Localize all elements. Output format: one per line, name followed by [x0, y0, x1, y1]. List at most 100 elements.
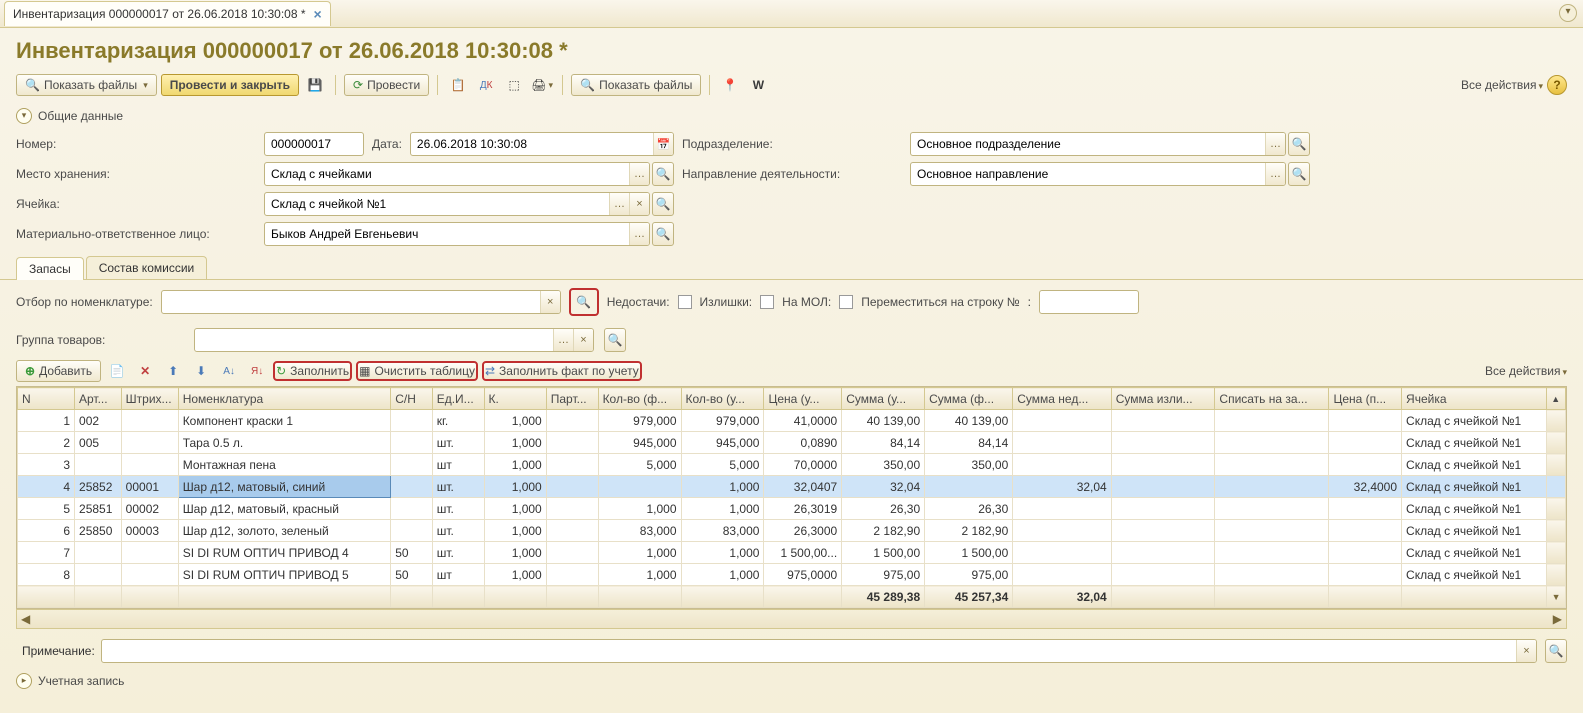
cell-unit[interactable]: шт	[432, 564, 484, 586]
group-input[interactable]	[195, 329, 553, 351]
cell-unit[interactable]: шт.	[432, 498, 484, 520]
cell-su[interactable]: 84,14	[842, 432, 925, 454]
cell-par[interactable]	[546, 498, 598, 520]
clear-table-button[interactable]: ▦Очистить таблицу	[356, 361, 478, 381]
cell-nom[interactable]: Компонент краски 1	[178, 410, 391, 432]
account-section-header[interactable]: ▸ Учетная запись	[0, 669, 1583, 693]
cell-k[interactable]: 1,000	[484, 454, 546, 476]
post-and-close-button[interactable]: Провести и закрыть	[161, 74, 299, 96]
cell-qf[interactable]: 979,000	[598, 410, 681, 432]
table-row[interactable]: 2005Тара 0.5 л.шт.1,000945,000945,0000,0…	[18, 432, 1566, 454]
save-icon[interactable]: 💾	[303, 74, 327, 96]
date-input[interactable]	[411, 133, 653, 155]
horizontal-scrollbar[interactable]: ◀▶	[16, 609, 1567, 629]
help-icon[interactable]: ?	[1547, 75, 1567, 95]
cell-art[interactable]	[75, 564, 122, 586]
cell-sn[interactable]	[391, 520, 432, 542]
cell-unit[interactable]: шт	[432, 454, 484, 476]
cell-par[interactable]	[546, 542, 598, 564]
cell-n[interactable]: 8	[18, 564, 75, 586]
cell-pu[interactable]: 975,0000	[764, 564, 842, 586]
cell-sn[interactable]	[391, 432, 432, 454]
show-files-button-2[interactable]: 🔍Показать файлы	[571, 74, 701, 96]
cell-ssur[interactable]	[1111, 476, 1215, 498]
cell-pu[interactable]: 26,3019	[764, 498, 842, 520]
fill-button[interactable]: ↻Заполнить	[273, 361, 352, 381]
cell-n[interactable]: 6	[18, 520, 75, 542]
col-header[interactable]: Кол-во (у...	[681, 388, 764, 410]
debit-credit-icon[interactable]: ДК	[474, 74, 498, 96]
cell-su[interactable]: 975,00	[842, 564, 925, 586]
lookup-icon[interactable]: 🔍	[652, 192, 674, 216]
col-header[interactable]: Списать на за...	[1215, 388, 1329, 410]
cell-art[interactable]: 25850	[75, 520, 122, 542]
mol-checkbox[interactable]	[839, 295, 853, 309]
cell-par[interactable]	[546, 564, 598, 586]
cell-nom[interactable]: SI DI RUM ОПТИЧ ПРИВОД 5	[178, 564, 391, 586]
cell-bar[interactable]	[121, 410, 178, 432]
lookup-icon[interactable]: 🔍	[1288, 162, 1310, 186]
col-header[interactable]: К.	[484, 388, 546, 410]
cell-art[interactable]: 25851	[75, 498, 122, 520]
mrp-input[interactable]	[265, 223, 629, 245]
cell-qf[interactable]: 83,000	[598, 520, 681, 542]
sort-asc-icon[interactable]: A↓	[217, 360, 241, 382]
lookup-icon[interactable]: 🔍	[604, 328, 626, 352]
cell-pp[interactable]: 32,4000	[1329, 476, 1402, 498]
cell-wo[interactable]	[1215, 432, 1329, 454]
cell-wo[interactable]	[1215, 454, 1329, 476]
select-icon[interactable]: …	[629, 223, 649, 245]
cell-ssur[interactable]	[1111, 564, 1215, 586]
cell-qf[interactable]	[598, 476, 681, 498]
cell-ssur[interactable]	[1111, 542, 1215, 564]
table-row[interactable]: 7SI DI RUM ОПТИЧ ПРИВОД 450шт.1,0001,000…	[18, 542, 1566, 564]
pin-icon[interactable]: 📍	[718, 74, 742, 96]
table-all-actions-dropdown[interactable]: Все действия	[1485, 364, 1567, 378]
cell-bar[interactable]	[121, 542, 178, 564]
wiki-icon[interactable]: W	[746, 74, 770, 96]
select-icon[interactable]: …	[1265, 133, 1285, 155]
cell-snd[interactable]	[1013, 454, 1111, 476]
cell-k[interactable]: 1,000	[484, 498, 546, 520]
post-button[interactable]: ⟳Провести	[344, 74, 429, 96]
cell-qu[interactable]: 5,000	[681, 454, 764, 476]
note-input[interactable]	[102, 640, 1516, 662]
lookup-icon[interactable]: 🔍	[1288, 132, 1310, 156]
col-header[interactable]: Цена (у...	[764, 388, 842, 410]
col-header[interactable]: N	[18, 388, 75, 410]
col-header[interactable]: Ед.И...	[432, 388, 484, 410]
cell-snd[interactable]	[1013, 542, 1111, 564]
col-header[interactable]: Ячейка	[1402, 388, 1547, 410]
cell-sn[interactable]: 50	[391, 564, 432, 586]
cell-art[interactable]: 002	[75, 410, 122, 432]
cell-bar[interactable]	[121, 454, 178, 476]
show-files-button[interactable]: 🔍Показать файлы	[16, 74, 157, 96]
cell-su[interactable]: 350,00	[842, 454, 925, 476]
icon-1[interactable]: 📋	[446, 74, 470, 96]
cell-cell[interactable]: Склад с ячейкой №1	[1402, 476, 1547, 498]
col-header[interactable]: Арт...	[75, 388, 122, 410]
cell-wo[interactable]	[1215, 542, 1329, 564]
cell-snd[interactable]: 32,04	[1013, 476, 1111, 498]
cell-wo[interactable]	[1215, 476, 1329, 498]
add-button[interactable]: ⊕Добавить	[16, 360, 101, 382]
search-icon[interactable]: 🔍	[572, 291, 596, 313]
cell-n[interactable]: 2	[18, 432, 75, 454]
calendar-icon[interactable]: 📅	[653, 133, 673, 155]
cell-snd[interactable]	[1013, 498, 1111, 520]
cell-qf[interactable]: 1,000	[598, 542, 681, 564]
collapse-toggle-icon[interactable]: ▾	[16, 108, 32, 124]
select-icon[interactable]: …	[553, 329, 573, 351]
cell-sf[interactable]: 350,00	[925, 454, 1013, 476]
cell-ssur[interactable]	[1111, 454, 1215, 476]
cell-k[interactable]: 1,000	[484, 410, 546, 432]
cell-snd[interactable]	[1013, 520, 1111, 542]
tab-commission[interactable]: Состав комиссии	[86, 256, 208, 279]
cell-qu[interactable]: 1,000	[681, 564, 764, 586]
structure-icon[interactable]: ⬚	[502, 74, 526, 96]
cell-par[interactable]	[546, 410, 598, 432]
cell-qu[interactable]: 1,000	[681, 476, 764, 498]
cell-n[interactable]: 1	[18, 410, 75, 432]
cell-pu[interactable]: 70,0000	[764, 454, 842, 476]
cell-n[interactable]: 4	[18, 476, 75, 498]
